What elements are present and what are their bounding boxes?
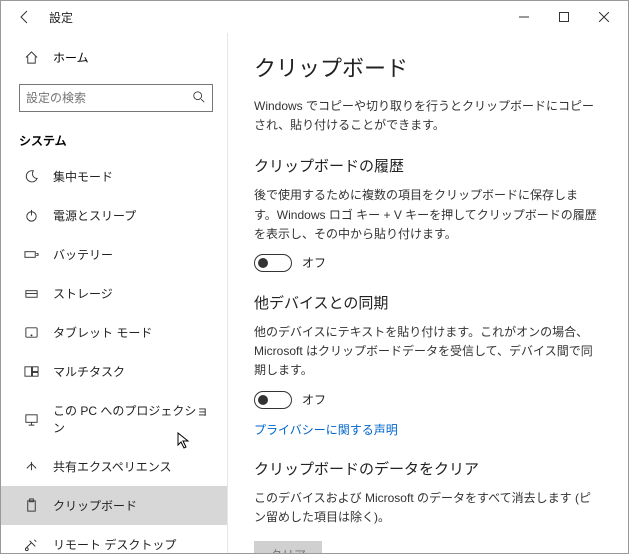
sidebar-item-power[interactable]: 電源とスリープ [1, 196, 227, 235]
privacy-link[interactable]: プライバシーに関する声明 [254, 421, 398, 438]
sidebar-item-label: マルチタスク [53, 363, 125, 380]
project-icon [23, 411, 39, 427]
history-desc: 後で使用するために複数の項目をクリップボードに保存します。Windows ロゴ … [254, 186, 600, 244]
search-icon [192, 90, 206, 107]
sidebar-item-label: タブレット モード [53, 324, 152, 341]
sidebar: ホーム システム 集中モード 電源とスリープ バッテリー ストレージ タブレット [1, 33, 228, 553]
sidebar-item-label: 電源とスリープ [53, 207, 136, 224]
battery-icon [23, 247, 39, 263]
home-label: ホーム [53, 49, 89, 66]
history-toggle[interactable] [254, 254, 292, 272]
close-button[interactable] [584, 3, 624, 31]
main-panel: クリップボード Windows でコピーや切り取りを行うとクリップボードにコピー… [228, 33, 628, 553]
page-intro: Windows でコピーや切り取りを行うとクリップボードにコピーされ、貼り付ける… [254, 97, 600, 135]
sidebar-item-label: 集中モード [53, 168, 113, 185]
share-icon [23, 459, 39, 475]
maximize-button[interactable] [544, 3, 584, 31]
sync-toggle[interactable] [254, 391, 292, 409]
window-title: 設定 [49, 9, 73, 26]
sidebar-item-label: この PC へのプロジェクション [53, 402, 217, 436]
titlebar: 設定 [1, 1, 628, 33]
multitask-icon [23, 364, 39, 380]
home-icon [23, 50, 39, 66]
home-button[interactable]: ホーム [1, 39, 227, 76]
sidebar-item-label: ストレージ [53, 285, 113, 302]
tablet-icon [23, 325, 39, 341]
power-icon [23, 208, 39, 224]
sidebar-item-battery[interactable]: バッテリー [1, 235, 227, 274]
back-button[interactable] [11, 3, 39, 31]
sidebar-item-label: バッテリー [53, 246, 113, 263]
sidebar-item-remote[interactable]: リモート デスクトップ [1, 525, 227, 553]
search-input[interactable] [26, 91, 192, 105]
sidebar-item-label: 共有エクスペリエンス [53, 458, 172, 475]
sidebar-item-shared[interactable]: 共有エクスペリエンス [1, 447, 227, 486]
history-toggle-label: オフ [302, 254, 326, 271]
sync-heading: 他デバイスとの同期 [254, 292, 600, 313]
storage-icon [23, 286, 39, 302]
sidebar-item-clipboard[interactable]: クリップボード [1, 486, 227, 525]
clear-button[interactable]: クリア [254, 541, 322, 553]
sync-desc: 他のデバイスにテキストを貼り付けます。これがオンの場合、Microsoft はク… [254, 323, 600, 381]
sidebar-item-storage[interactable]: ストレージ [1, 274, 227, 313]
sidebar-section: システム [1, 124, 227, 157]
moon-icon [23, 169, 39, 185]
clear-desc: このデバイスおよび Microsoft のデータをすべて消去します (ピン留めし… [254, 489, 600, 527]
remote-icon [23, 537, 39, 553]
page-title: クリップボード [254, 51, 600, 83]
clear-heading: クリップボードのデータをクリア [254, 458, 600, 479]
sidebar-item-label: クリップボード [53, 497, 137, 514]
sidebar-item-focus[interactable]: 集中モード [1, 157, 227, 196]
sidebar-item-projection[interactable]: この PC へのプロジェクション [1, 391, 227, 447]
sync-toggle-label: オフ [302, 391, 326, 408]
minimize-button[interactable] [504, 3, 544, 31]
sidebar-item-label: リモート デスクトップ [53, 536, 176, 553]
window-controls [504, 3, 624, 31]
sidebar-item-tablet[interactable]: タブレット モード [1, 313, 227, 352]
search-box[interactable] [19, 84, 213, 112]
history-heading: クリップボードの履歴 [254, 155, 600, 176]
clipboard-icon [23, 498, 39, 514]
sidebar-item-multitask[interactable]: マルチタスク [1, 352, 227, 391]
